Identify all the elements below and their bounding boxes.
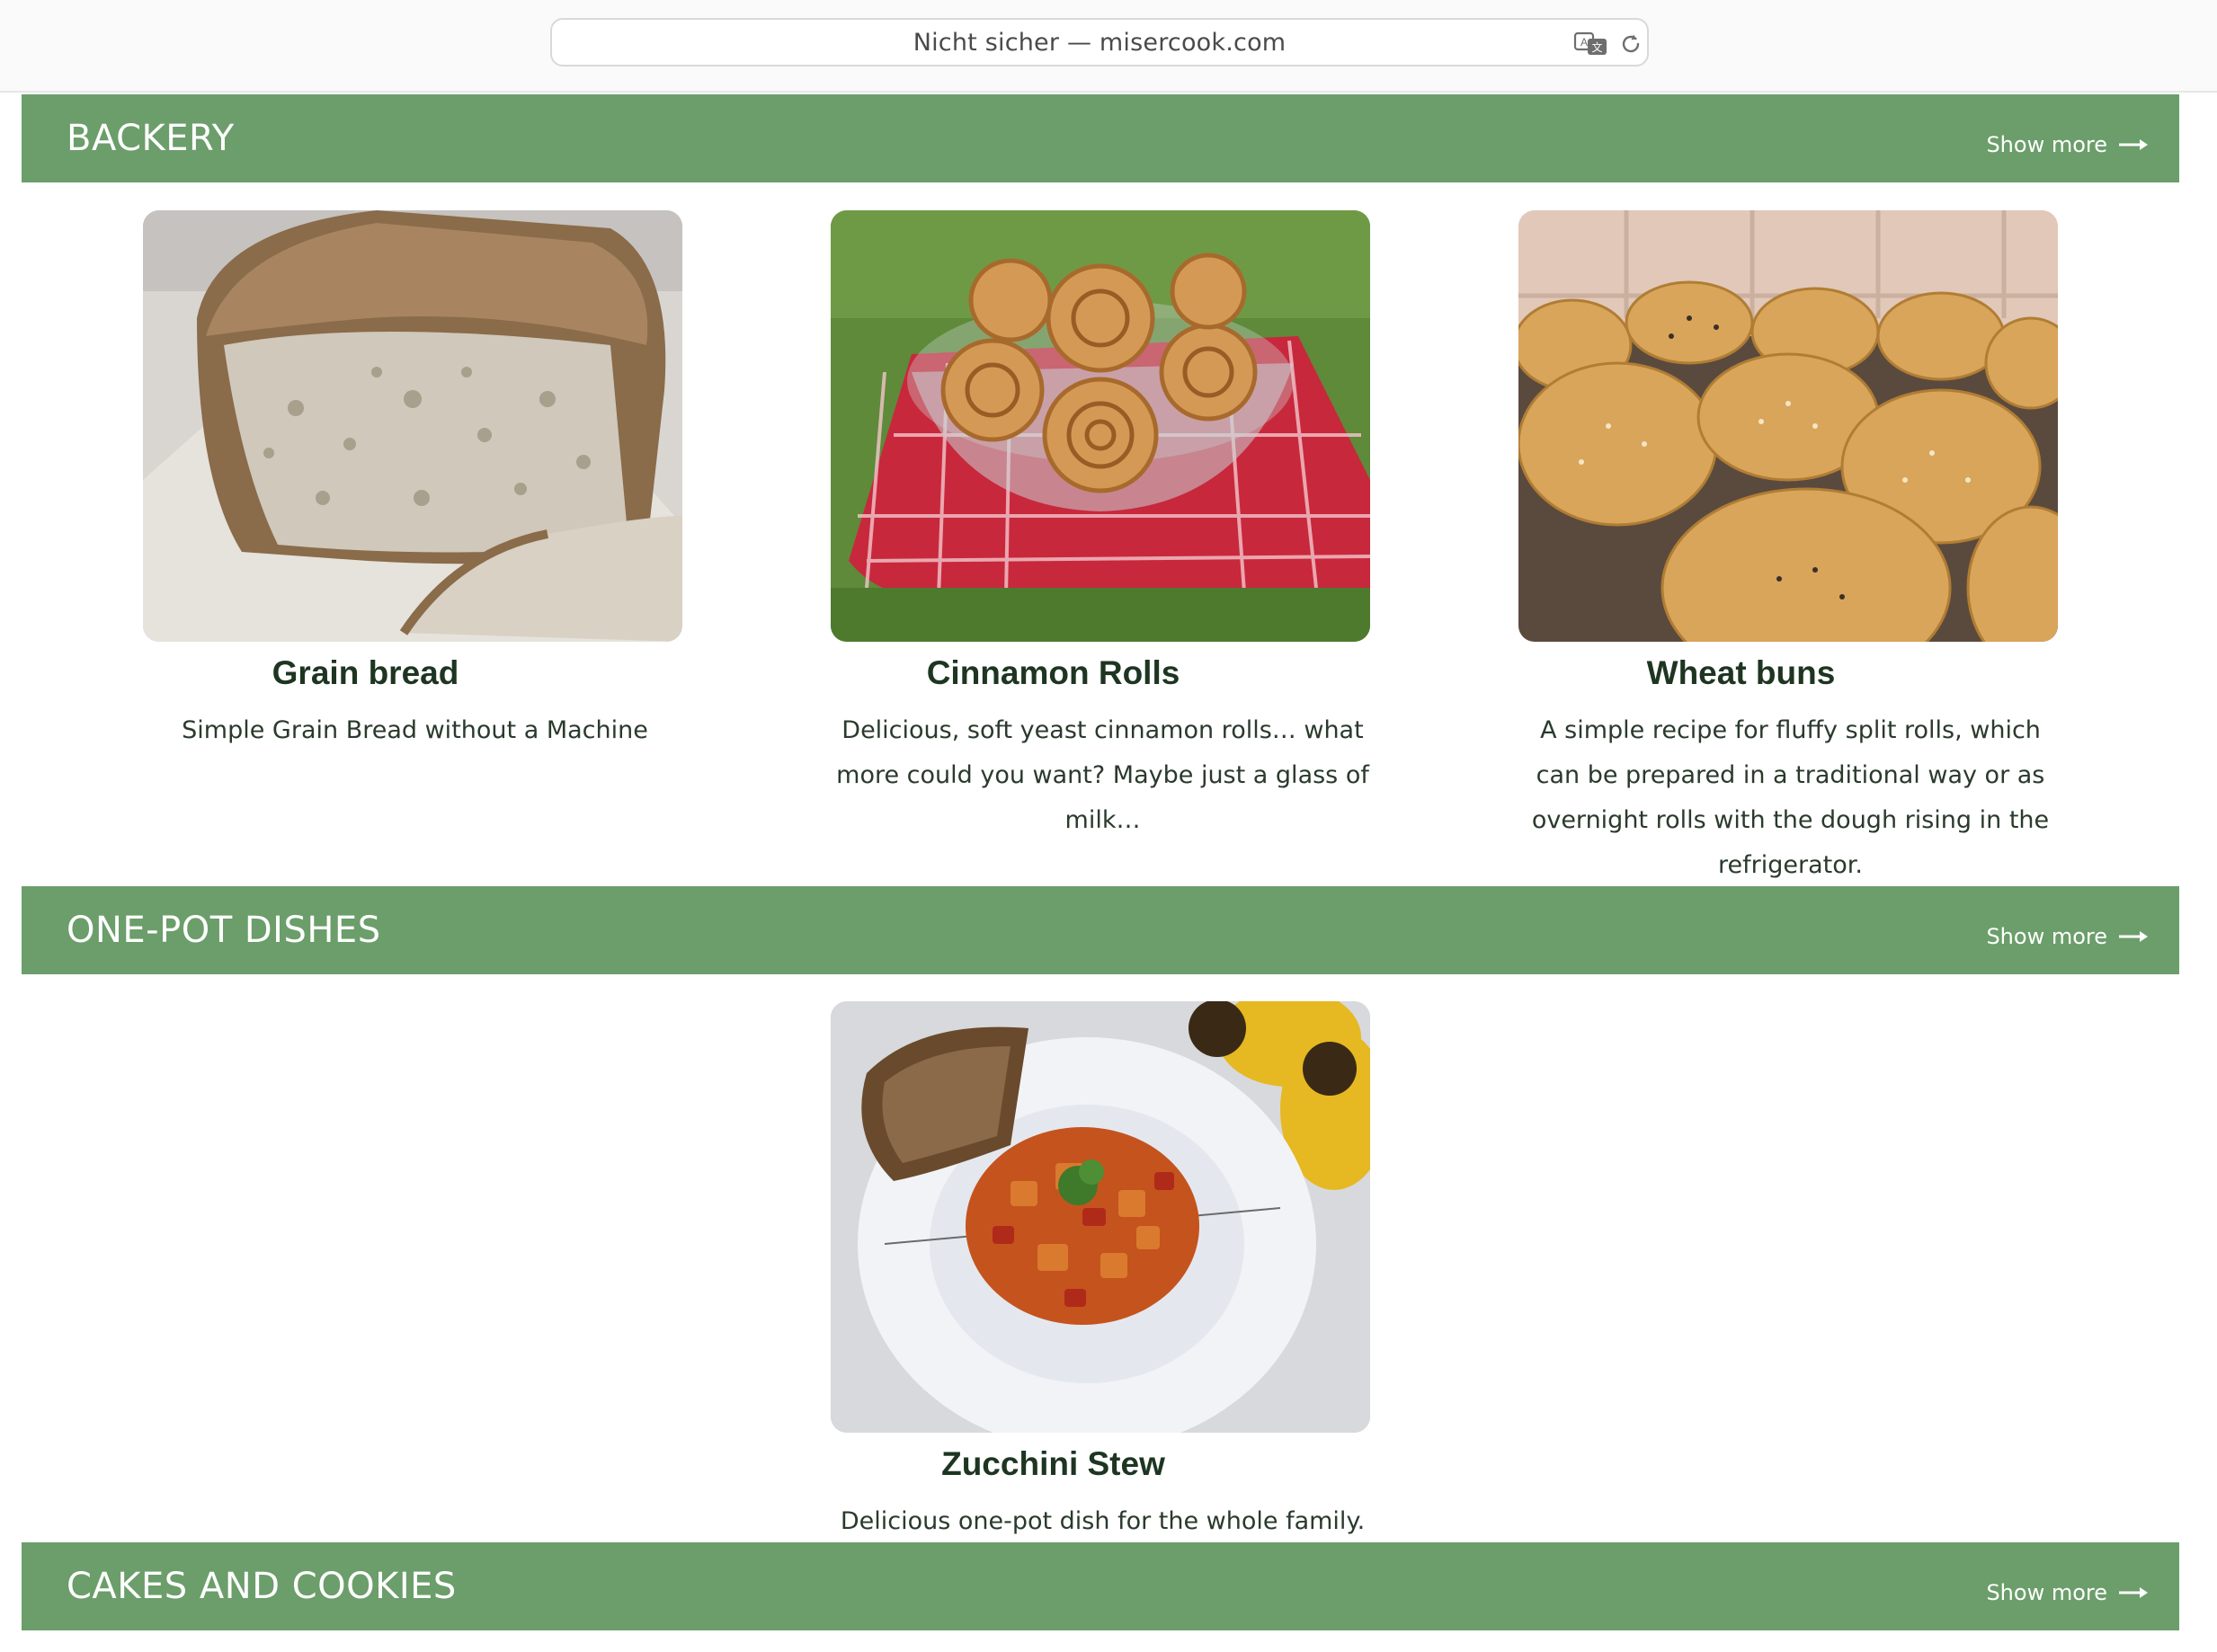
recipe-description: Delicious, soft yeast cinnamon rolls… wh…: [836, 716, 1369, 834]
recipe-card[interactable]: Wheat buns A simple recipe for fluffy sp…: [1397, 210, 2085, 888]
arrow-right-icon: [2119, 1587, 2148, 1598]
svg-text:A: A: [1580, 36, 1588, 49]
category-title: ONE-POT DISHES: [67, 910, 381, 951]
recipe-description: A simple recipe for fluffy split rolls, …: [1531, 716, 2050, 879]
recipe-title[interactable]: Zucchini Stew: [709, 1442, 1397, 1487]
recipe-title[interactable]: Wheat buns: [1397, 651, 2085, 696]
recipe-photo-grain-bread[interactable]: [143, 210, 682, 642]
arrow-right-icon: [2119, 931, 2148, 942]
grain-bread-image: [143, 210, 682, 642]
recipe-description: Simple Grain Bread without a Machine: [182, 716, 648, 744]
recipe-card[interactable]: Zucchini Stew Delicious one-pot dish for…: [709, 1001, 1397, 1544]
show-more-label[interactable]: Show more: [1986, 132, 2107, 157]
category-title: CAKES AND COOKIES: [67, 1566, 457, 1607]
svg-text:文: 文: [1591, 40, 1602, 54]
address-bar[interactable]: Nicht sicher — misercook.com A 文: [550, 18, 1649, 67]
recipe-card[interactable]: Cinnamon Rolls Delicious, soft yeast cin…: [709, 210, 1397, 843]
show-more-label[interactable]: Show more: [1986, 1580, 2107, 1605]
recipe-title[interactable]: Cinnamon Rolls: [709, 651, 1397, 696]
reload-icon[interactable]: [1618, 31, 1643, 57]
cinnamon-rolls-image: [831, 210, 1370, 642]
browser-toolbar: Nicht sicher — misercook.com A 文: [0, 0, 2217, 93]
translate-icon[interactable]: A 文: [1573, 31, 1609, 58]
category-bar-one-pot-dishes: ONE-POT DISHES Show more: [22, 886, 2179, 974]
recipe-photo-zucchini-stew[interactable]: [831, 1001, 1370, 1433]
show-more-label[interactable]: Show more: [1986, 924, 2107, 949]
wheat-buns-image: [1518, 210, 2058, 642]
category-bar-backery: BACKERY Show more: [22, 94, 2179, 182]
recipe-title[interactable]: Grain bread: [22, 651, 709, 696]
recipe-card[interactable]: Grain bread Simple Grain Bread without a…: [22, 210, 709, 753]
zucchini-stew-image: [831, 1001, 1370, 1433]
show-more-link[interactable]: Show more: [1986, 94, 2149, 195]
arrow-right-icon: [2119, 139, 2148, 150]
recipe-description: Delicious one-pot dish for the whole fam…: [840, 1507, 1366, 1535]
show-more-link[interactable]: Show more: [1986, 886, 2149, 987]
recipe-photo-cinnamon-rolls[interactable]: [831, 210, 1370, 642]
category-title: BACKERY: [67, 118, 235, 159]
recipe-photo-wheat-buns[interactable]: [1518, 210, 2058, 642]
address-text[interactable]: Nicht sicher — misercook.com: [552, 20, 1647, 65]
category-bar-cakes-and-cookies: CAKES AND COOKIES Show more: [22, 1542, 2179, 1630]
show-more-link[interactable]: Show more: [1986, 1542, 2149, 1643]
